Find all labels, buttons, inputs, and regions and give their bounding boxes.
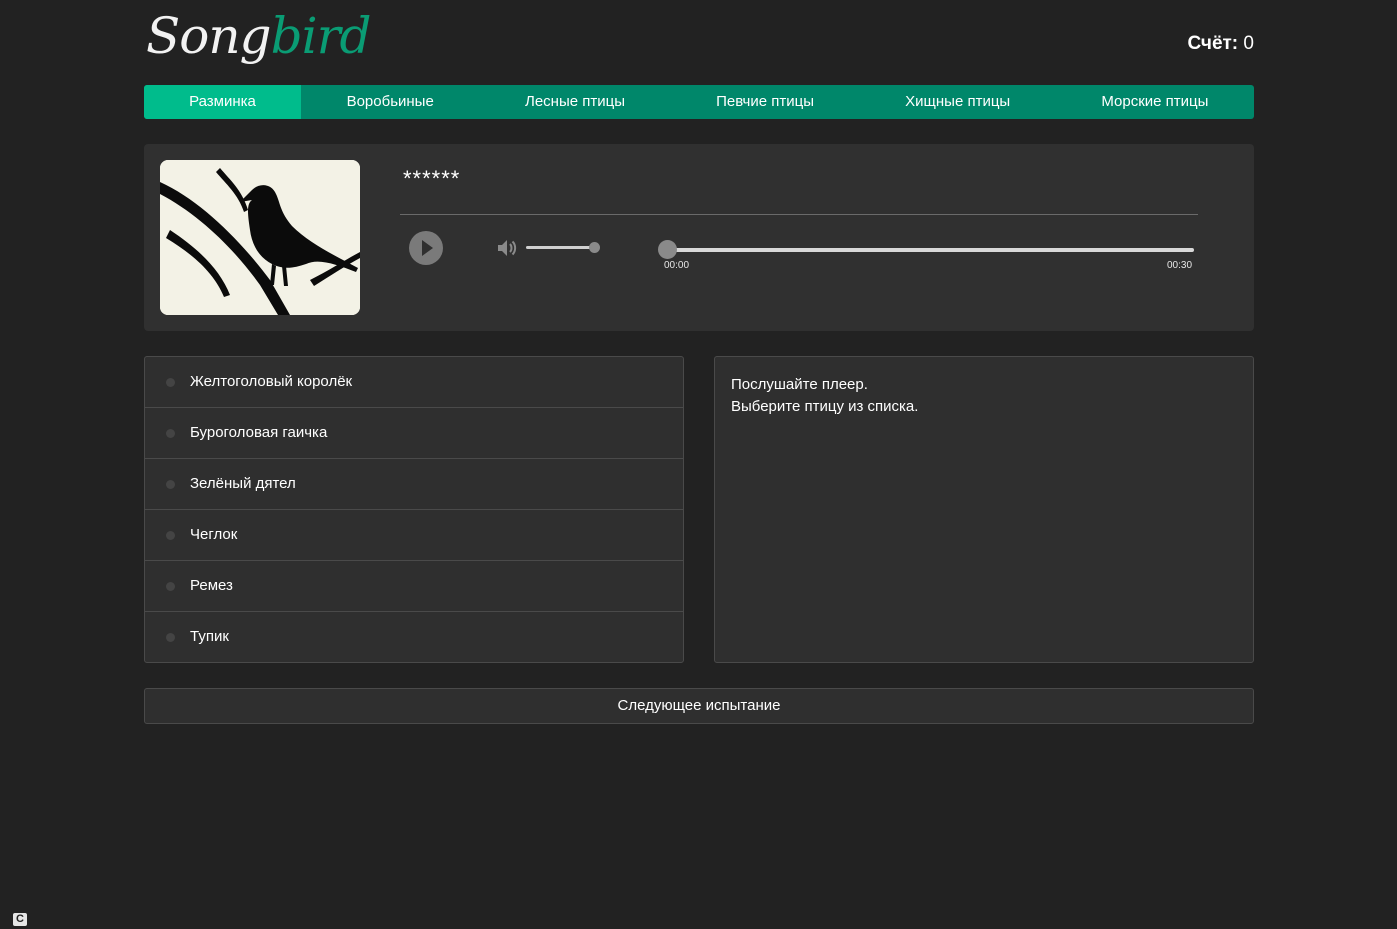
audio-progress-bar[interactable] — [662, 248, 1194, 252]
answer-indicator — [166, 378, 175, 387]
list-item[interactable]: Зелёный дятел — [145, 459, 683, 510]
answer-indicator — [166, 480, 175, 489]
answer-indicator — [166, 582, 175, 591]
nav-item-birds-of-prey[interactable]: Хищные птицы — [860, 85, 1056, 119]
volume-slider-thumb[interactable] — [589, 242, 600, 253]
answer-label: Желтоголовый королёк — [190, 373, 353, 390]
nav-item-passerines[interactable]: Воробьиные — [301, 85, 479, 119]
score: Счёт: 0 — [1187, 33, 1254, 55]
answer-label: Буроголовая гаичка — [190, 424, 328, 441]
volume-slider[interactable] — [526, 246, 594, 249]
player-divider — [400, 214, 1198, 215]
answer-indicator — [166, 531, 175, 540]
bird-info-panel: Послушайте плеер. Выберите птицу из спис… — [714, 356, 1254, 663]
score-value: 0 — [1243, 33, 1254, 54]
player-card: ****** 00:00 00:30 — [144, 144, 1254, 331]
extension-c-icon[interactable]: C — [13, 913, 27, 926]
list-item[interactable]: Желтоголовый королёк — [145, 357, 683, 408]
list-item[interactable]: Ремез — [145, 561, 683, 612]
nav-item-forest-birds[interactable]: Лесные птицы — [479, 85, 670, 119]
nav-item-songbirds[interactable]: Певчие птицы — [671, 85, 860, 119]
time-total: 00:30 — [1167, 260, 1193, 271]
answer-indicator — [166, 633, 175, 642]
info-text-line-2: Выберите птицу из списка. — [731, 398, 919, 415]
nav-item-warmup[interactable]: Разминка — [144, 85, 301, 119]
score-label: Счёт: — [1187, 33, 1239, 54]
next-level-button[interactable]: Следующее испытание — [144, 688, 1254, 724]
answer-label: Зелёный дятел — [190, 475, 296, 492]
main-container: Songbird Счёт: 0 Разминка Воробьиные Лес… — [144, 0, 1254, 724]
list-item[interactable]: Буроголовая гаичка — [145, 408, 683, 459]
time-current: 00:00 — [664, 260, 690, 271]
logo-part-bird: bird — [270, 7, 372, 65]
page: Songbird Счёт: 0 Разминка Воробьиные Лес… — [0, 0, 1397, 929]
answer-label: Ремез — [190, 577, 233, 594]
answer-list: Желтоголовый королёк Буроголовая гаичка … — [144, 356, 684, 663]
play-button[interactable] — [409, 231, 443, 265]
answer-label: Тупик — [190, 628, 229, 645]
category-nav: Разминка Воробьиные Лесные птицы Певчие … — [144, 85, 1254, 119]
answer-indicator — [166, 429, 175, 438]
answer-label: Чеглок — [190, 526, 238, 543]
audio-progress-thumb[interactable] — [658, 240, 677, 259]
bird-silhouette-icon — [160, 160, 360, 315]
list-item[interactable]: Тупик — [145, 612, 683, 662]
bird-name-hidden: ****** — [403, 166, 461, 191]
info-text-line-1: Послушайте плеер. — [731, 376, 868, 393]
header: Songbird Счёт: 0 — [144, 0, 1254, 85]
songbird-logo[interactable]: Songbird — [146, 6, 372, 66]
list-item[interactable]: Чеглок — [145, 510, 683, 561]
nav-item-sea-birds[interactable]: Морские птицы — [1056, 85, 1254, 119]
logo-part-song: Song — [146, 7, 272, 65]
volume-icon[interactable] — [496, 237, 518, 259]
